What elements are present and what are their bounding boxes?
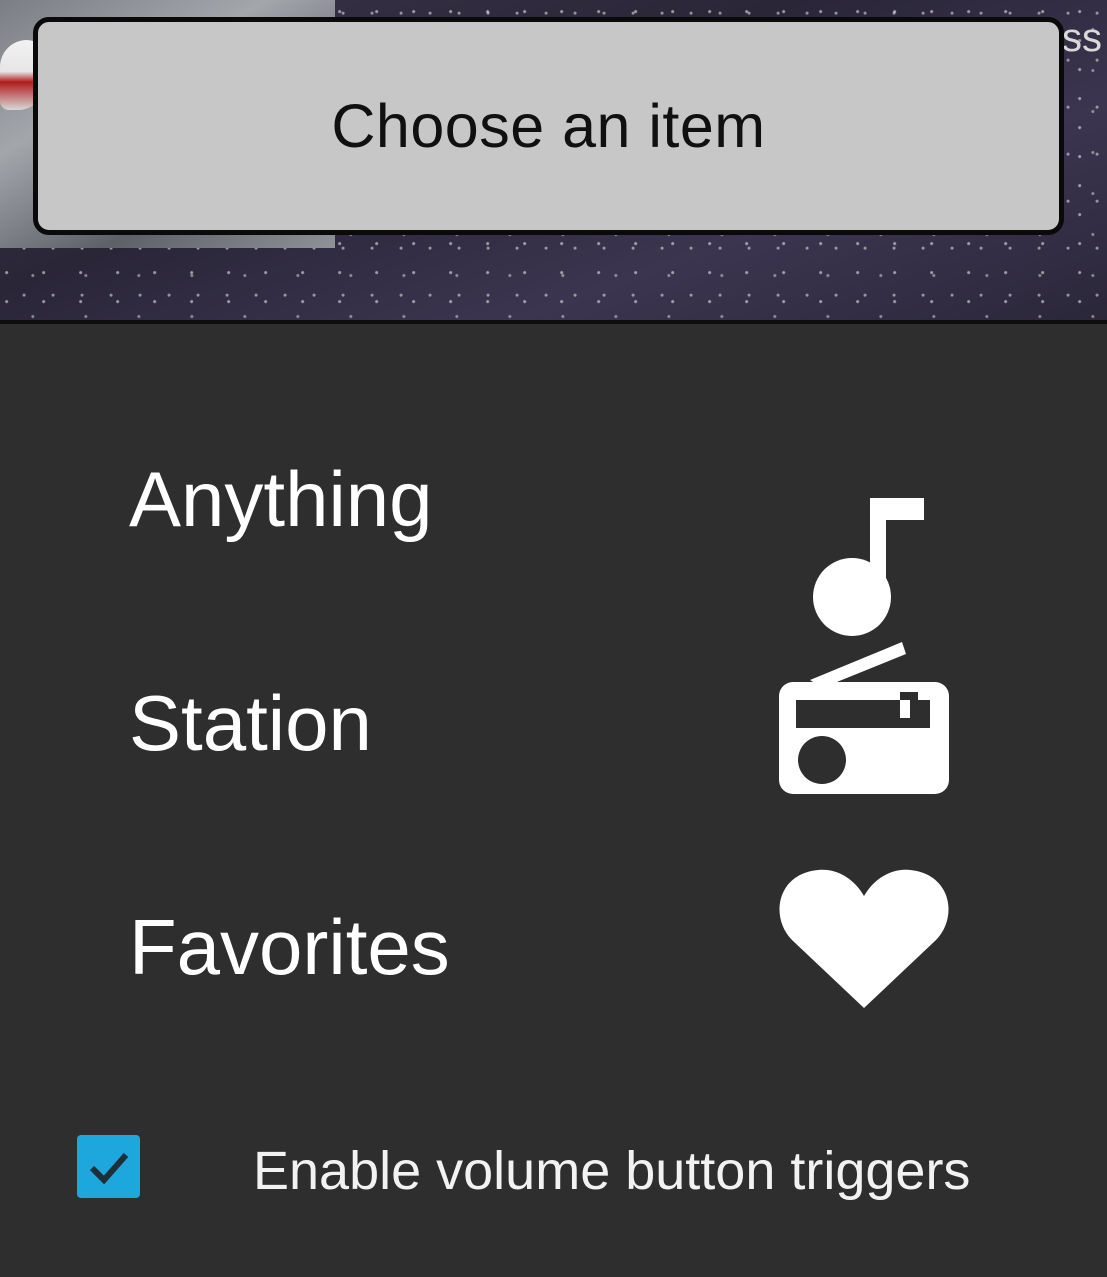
- volume-trigger-checkbox[interactable]: [77, 1135, 140, 1198]
- checkmark-icon: [89, 1153, 129, 1185]
- option-favorites-label: Favorites: [129, 903, 450, 991]
- option-station[interactable]: Station: [0, 620, 1107, 820]
- option-anything-label: Anything: [129, 455, 433, 543]
- volume-trigger-label: Enable volume button triggers: [253, 1141, 971, 1201]
- option-station-label: Station: [129, 679, 372, 767]
- background-text: ss: [1062, 16, 1102, 60]
- option-anything[interactable]: Anything: [0, 396, 1107, 636]
- music-note-icon: [813, 498, 924, 636]
- option-favorites[interactable]: Favorites: [0, 844, 1107, 1044]
- choose-item-dialog-header: Choose an item: [33, 17, 1064, 235]
- radio-icon: [779, 642, 949, 794]
- heart-icon: [779, 869, 949, 1008]
- dialog-title: Choose an item: [331, 92, 766, 160]
